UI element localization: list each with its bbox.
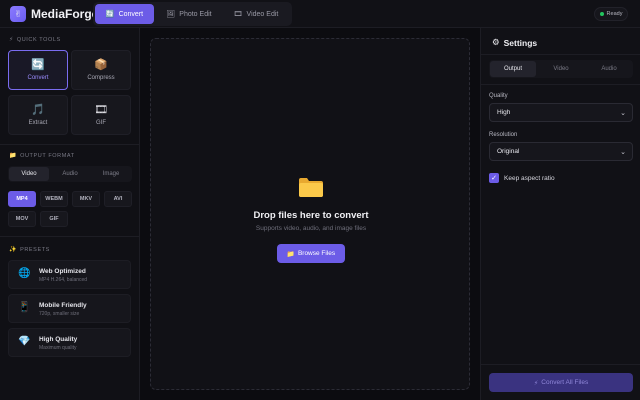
- tool-label: Compress: [87, 74, 115, 81]
- chevron-down-icon: ⌄: [620, 149, 626, 156]
- convert-icon: 🔄: [105, 11, 115, 18]
- main-area: Drop files here to convert Supports vide…: [141, 28, 479, 400]
- tab-label: Convert: [118, 10, 144, 18]
- dropzone-subtitle: Supports video, audio, and image files: [255, 225, 367, 232]
- file-dropzone[interactable]: Drop files here to convert Supports vide…: [150, 38, 470, 390]
- format-tab-video[interactable]: Video: [9, 167, 49, 181]
- status-text: Ready: [606, 11, 623, 17]
- format-chip-gif[interactable]: GIF: [40, 211, 68, 227]
- preset-name: High Quality: [39, 336, 78, 343]
- output-format-title: 📁 OUTPUT FORMAT: [9, 152, 75, 160]
- preset-mobile-friendly[interactable]: 📱 Mobile Friendly 720p, smaller size: [8, 294, 131, 323]
- music-icon: 🎵: [31, 103, 45, 116]
- divider: [0, 236, 140, 237]
- lightning-icon: ⚡: [533, 379, 539, 387]
- lightning-icon: ⚡: [9, 37, 14, 43]
- resolution-select[interactable]: Original ⌄: [489, 142, 633, 161]
- settings-panel: ⚙ Settings Output Video Audio Quality Hi…: [480, 28, 640, 400]
- check-icon: ✓: [491, 175, 497, 182]
- folder-icon: [299, 178, 323, 197]
- divider: [0, 144, 140, 145]
- resolution-label: Resolution: [489, 132, 518, 138]
- preset-desc: MP4 H.264, balanced: [39, 277, 88, 283]
- preset-desc: 720p, smaller size: [39, 311, 80, 317]
- preset-name: Web Optimized: [39, 268, 86, 275]
- presets-title: ✨ PRESETS: [9, 246, 50, 254]
- status-dot-icon: [599, 12, 604, 16]
- tool-gif[interactable]: 🎞 GIF: [71, 95, 131, 135]
- tab-video-edit[interactable]: 🎞 Video Edit: [224, 4, 288, 24]
- left-sidebar: ⚡ QUICK TOOLS 🔄 Convert 📦 Compress 🎵 Ext…: [0, 28, 140, 400]
- convert-all-label: Convert All Files: [541, 379, 589, 386]
- divider: [481, 364, 640, 365]
- resolution-value: Original: [497, 148, 520, 155]
- sparkles-icon: ✨: [9, 247, 18, 253]
- tab-label: Photo Edit: [179, 10, 212, 18]
- format-tab-audio[interactable]: Audio: [50, 167, 90, 181]
- globe-icon: 🌐: [18, 268, 31, 279]
- settings-tab-output[interactable]: Output: [490, 61, 536, 77]
- browse-files-button[interactable]: 📁 Browse Files: [277, 244, 345, 263]
- main-tabs: 🔄 Convert 🖼 Photo Edit 🎞 Video Edit: [93, 2, 292, 26]
- settings-tab-audio[interactable]: Audio: [586, 61, 632, 77]
- convert-all-button[interactable]: ⚡ Convert All Files: [489, 373, 633, 392]
- convert-icon: 🔄: [31, 58, 45, 71]
- package-icon: 📦: [94, 58, 108, 71]
- folder-icon: 📁: [286, 250, 295, 258]
- settings-title: ⚙ Settings: [492, 37, 538, 48]
- status-badge: Ready: [594, 7, 628, 21]
- tool-compress[interactable]: 📦 Compress: [71, 50, 131, 90]
- format-chip-mov[interactable]: MOV: [8, 211, 36, 227]
- quick-tools-title: ⚡ QUICK TOOLS: [9, 36, 61, 44]
- tool-label: Extract: [28, 119, 48, 126]
- quality-label: Quality: [489, 93, 508, 99]
- format-chip-mp4[interactable]: MP4: [8, 191, 36, 207]
- app-title: MediaForge: [31, 7, 99, 21]
- preset-name: Mobile Friendly: [39, 302, 87, 309]
- image-icon: 🖼: [166, 11, 176, 18]
- browse-label: Browse Files: [297, 250, 336, 257]
- tab-photo-edit[interactable]: 🖼 Photo Edit: [157, 4, 221, 24]
- tool-extract[interactable]: 🎵 Extract: [8, 95, 68, 135]
- film-icon: 🎞: [233, 11, 243, 18]
- app-logo-icon: ✌: [10, 6, 26, 22]
- tool-label: Convert: [27, 74, 49, 81]
- chevron-down-icon: ⌄: [620, 110, 626, 117]
- preset-high-quality[interactable]: 💎 High Quality Maximum quality: [8, 328, 131, 357]
- gem-icon: 💎: [18, 336, 31, 347]
- tab-label: Video Edit: [246, 10, 279, 18]
- keep-aspect-label: Keep aspect ratio: [504, 175, 555, 182]
- app-header: ✌ MediaForge 🔄 Convert 🖼 Photo Edit 🎞 Vi…: [0, 0, 640, 28]
- format-chip-avi[interactable]: AVI: [104, 191, 132, 207]
- gear-icon: ⚙: [492, 37, 500, 47]
- format-tab-image[interactable]: Image: [91, 167, 131, 181]
- phone-icon: 📱: [18, 302, 31, 313]
- tool-convert[interactable]: 🔄 Convert: [8, 50, 68, 90]
- settings-tabs: Output Video Audio: [489, 60, 633, 78]
- quality-select[interactable]: High ⌄: [489, 103, 633, 122]
- tab-convert[interactable]: 🔄 Convert: [95, 4, 154, 24]
- preset-web-optimized[interactable]: 🌐 Web Optimized MP4 H.264, balanced: [8, 260, 131, 289]
- format-chip-webm[interactable]: WEBM: [40, 191, 68, 207]
- preset-desc: Maximum quality: [39, 345, 77, 351]
- film-icon: 🎞: [94, 103, 108, 116]
- keep-aspect-checkbox[interactable]: ✓: [489, 173, 499, 183]
- tool-label: GIF: [96, 119, 106, 126]
- format-tabs: Video Audio Image: [8, 166, 132, 182]
- folder-icon: 📁: [9, 153, 18, 159]
- settings-header: ⚙ Settings: [481, 28, 640, 55]
- format-chip-mkv[interactable]: MKV: [72, 191, 100, 207]
- divider: [481, 84, 640, 85]
- settings-tab-video[interactable]: Video: [538, 61, 584, 77]
- dropzone-title: Drop files here to convert: [253, 210, 369, 221]
- quality-value: High: [497, 109, 511, 116]
